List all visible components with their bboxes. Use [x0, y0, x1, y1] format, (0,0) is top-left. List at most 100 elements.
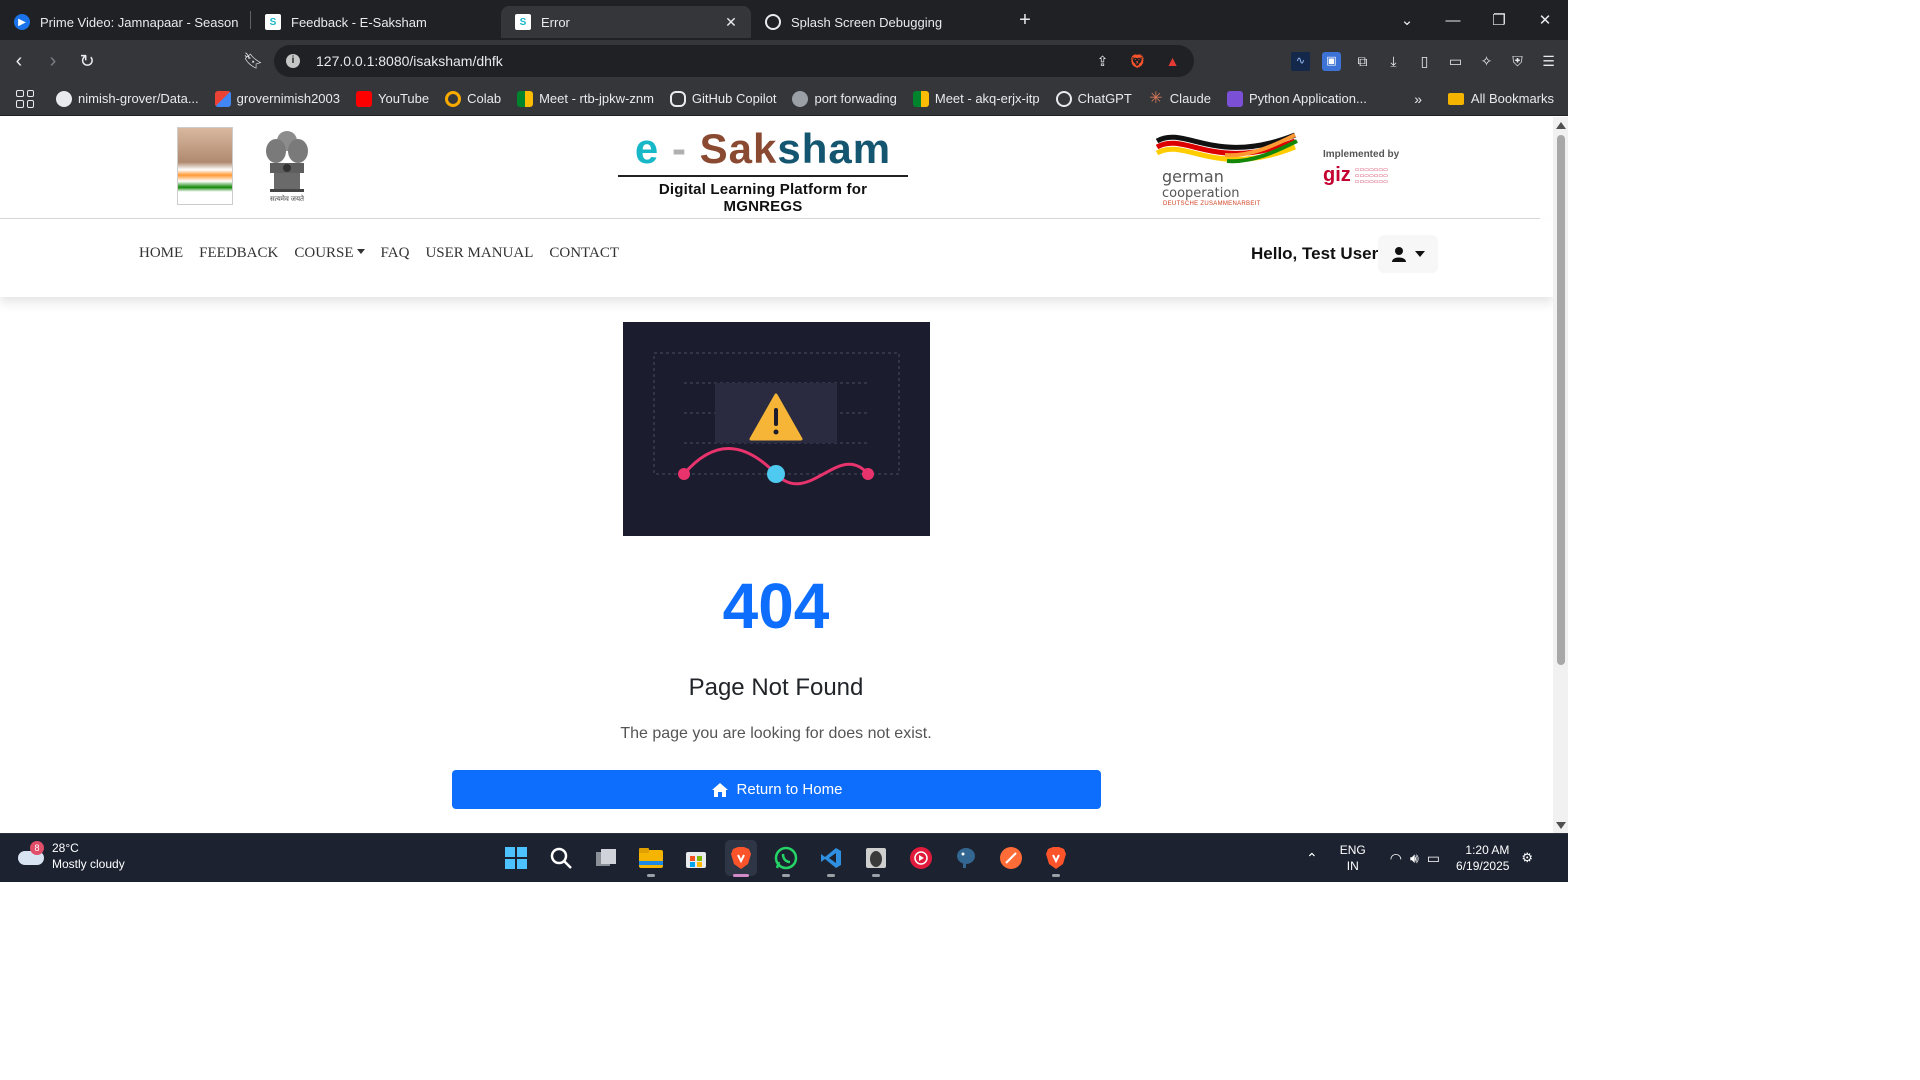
nav-contact[interactable]: CONTACT	[549, 245, 619, 262]
minimize-icon[interactable]: —	[1430, 12, 1476, 29]
share-icon[interactable]: ⇪	[1093, 52, 1112, 71]
youtube-music-icon[interactable]	[905, 840, 937, 876]
bookmark-page-icon[interactable]: 🔖︎	[238, 46, 268, 76]
giz-logo: Implemented by giz ▭▭▭▭▭▭▭ ▭▭▭▭▭▭▭ ▭▭▭▭▭▭▭	[1323, 149, 1413, 187]
nav-user-manual[interactable]: USER MANUAL	[425, 245, 533, 262]
scroll-down-icon[interactable]	[1556, 822, 1566, 829]
wallet-icon[interactable]: ▭	[1446, 52, 1465, 71]
brand-name: e - Saksham	[634, 125, 892, 172]
volume-icon[interactable]: 🔊︎	[1410, 850, 1419, 867]
tab-splash-screen[interactable]: Splash Screen Debugging	[751, 6, 1001, 38]
scrollbar-thumb[interactable]	[1557, 135, 1565, 665]
tab-prime-video[interactable]: ▶ Prime Video: Jamnapaar - Season 1	[0, 6, 250, 38]
site-info-icon[interactable]: i	[286, 54, 300, 68]
tab-feedback[interactable]: S Feedback - E-Saksham	[251, 6, 501, 38]
scroll-up-icon[interactable]	[1556, 122, 1566, 129]
chatgpt-icon	[765, 14, 781, 30]
windows-start-icon[interactable]	[500, 840, 532, 876]
site-navbar: HOME FEEDBACK COURSE FAQ USER MANUAL CON…	[0, 219, 1553, 297]
brave-shields-icon[interactable]: 🦁︎	[1128, 52, 1147, 71]
brand-underline	[618, 175, 908, 177]
close-tab-icon[interactable]: ✕	[723, 14, 739, 30]
close-window-icon[interactable]: ✕	[1522, 11, 1568, 29]
taskbar-apps	[500, 840, 1072, 877]
bookmark-meet-2[interactable]: Meet - akq-erjx-itp	[912, 90, 1040, 107]
restore-icon[interactable]: ❐	[1476, 11, 1522, 29]
nav-feedback[interactable]: FEEDBACK	[199, 245, 278, 262]
github-icon	[56, 90, 72, 107]
extension-shield-icon[interactable]: ▣	[1322, 51, 1341, 71]
photo-app-icon[interactable]	[860, 840, 892, 877]
esaksham-favicon-icon: S	[515, 14, 531, 30]
wifi-icon[interactable]: ◠	[1390, 850, 1402, 867]
bookmark-gmail[interactable]: grovernimish2003	[214, 90, 340, 107]
whatsapp-icon[interactable]	[770, 840, 802, 877]
bookmark-youtube[interactable]: YouTube	[356, 90, 429, 107]
leo-ai-icon[interactable]: ✧	[1477, 52, 1496, 71]
bookmark-meet-1[interactable]: Meet - rtb-jpkw-znm	[517, 90, 654, 107]
sidebar-icon[interactable]: ▯	[1415, 52, 1434, 71]
user-menu-button[interactable]	[1378, 235, 1438, 273]
page-scrollbar[interactable]	[1553, 117, 1568, 833]
youtube-icon	[356, 90, 372, 107]
error-code: 404	[722, 570, 830, 642]
system-tray: ⌃ ENG IN ◠ 🔊︎ ▭ 1:20 AM 6/19/2025 ⚙	[1306, 840, 1533, 876]
download-icon[interactable]: ⤓	[1384, 52, 1403, 71]
extensions-puzzle-icon[interactable]: ⧉	[1353, 52, 1372, 71]
bookmark-claude[interactable]: ✳ Claude	[1148, 90, 1211, 107]
weather-temp: 28°C	[52, 841, 79, 855]
bookmark-port-forwarding[interactable]: port forwading	[792, 90, 897, 107]
notifications-icon[interactable]: ⚙	[1521, 850, 1533, 866]
tab-search-chevron-icon[interactable]: ⌄	[1384, 11, 1430, 29]
cloud-icon: 8	[16, 841, 46, 869]
all-bookmarks-folder[interactable]: All Bookmarks	[1447, 91, 1554, 106]
address-bar[interactable]: i 127.0.0.1:8080/isaksham/dhfk ⇪ 🦁︎ ▲	[274, 45, 1194, 77]
bookmark-chatgpt[interactable]: ChatGPT	[1055, 90, 1132, 107]
home-icon	[711, 782, 728, 797]
bookmark-github[interactable]: nimish-grover/Data...	[56, 90, 199, 107]
user-icon	[1392, 247, 1406, 262]
nav-course-dropdown[interactable]: COURSE	[294, 245, 365, 262]
postman-icon[interactable]	[995, 840, 1027, 876]
bookmark-colab[interactable]: Colab	[445, 90, 501, 107]
url-text[interactable]: 127.0.0.1:8080/isaksham/dhfk	[316, 53, 1093, 69]
german-cooperation-logo: german cooperation DEUTSCHE ZUSAMMENARBEI…	[1155, 127, 1300, 209]
bookmark-python-app[interactable]: Python Application...	[1227, 90, 1367, 107]
postgresql-icon[interactable]	[950, 840, 982, 876]
forward-icon[interactable]: ›	[38, 46, 68, 76]
bookmark-copilot[interactable]: GitHub Copilot	[669, 90, 776, 107]
show-hidden-icons-chevron-icon[interactable]: ⌃	[1306, 850, 1318, 867]
language-indicator[interactable]: ENG IN	[1340, 842, 1366, 874]
microsoft-store-icon[interactable]	[680, 840, 712, 876]
task-view-icon[interactable]	[590, 840, 622, 876]
battery-icon[interactable]: ▭	[1427, 850, 1440, 867]
menu-icon[interactable]: ☰	[1539, 52, 1558, 71]
tab-title: Prime Video: Jamnapaar - Season 1	[40, 14, 238, 30]
vscode-icon[interactable]	[815, 840, 847, 877]
prime-video-icon: ▶	[14, 14, 30, 30]
weather-widget[interactable]: 8 28°C Mostly cloudy	[16, 840, 125, 872]
search-icon[interactable]	[545, 840, 577, 876]
dropdown-caret-icon	[356, 249, 365, 254]
new-tab-icon[interactable]: +	[1011, 9, 1039, 32]
copilot-icon	[669, 90, 686, 107]
brave-rewards-icon[interactable]: ▲	[1163, 52, 1182, 71]
vpn-icon[interactable]: ⛨	[1508, 52, 1527, 71]
nav-home[interactable]: HOME	[139, 245, 183, 262]
brave-browser-icon[interactable]	[725, 840, 757, 877]
return-home-button[interactable]: Return to Home	[452, 770, 1101, 809]
browser-tab-bar: ▶ Prime Video: Jamnapaar - Season 1 S Fe…	[0, 0, 1568, 40]
colab-icon	[445, 90, 462, 107]
brave-browser-2-icon[interactable]	[1040, 840, 1072, 877]
apps-grid-icon[interactable]	[16, 89, 34, 108]
bookmarks-bar: nimish-grover/Data... grovernimish2003 Y…	[0, 82, 1568, 116]
clock[interactable]: 1:20 AM 6/19/2025	[1456, 842, 1509, 874]
more-bookmarks-icon[interactable]: »	[1414, 91, 1422, 107]
tab-error[interactable]: S Error ✕	[501, 6, 751, 38]
back-icon[interactable]: ‹	[4, 46, 34, 76]
site-header: सत्यमेव जयते e - Saksham Digital Learnin…	[0, 117, 1540, 219]
reload-icon[interactable]: ↻	[72, 46, 102, 76]
extension-chart-icon[interactable]: ∿	[1291, 51, 1310, 71]
nav-faq[interactable]: FAQ	[381, 245, 410, 262]
file-explorer-icon[interactable]	[635, 840, 667, 877]
